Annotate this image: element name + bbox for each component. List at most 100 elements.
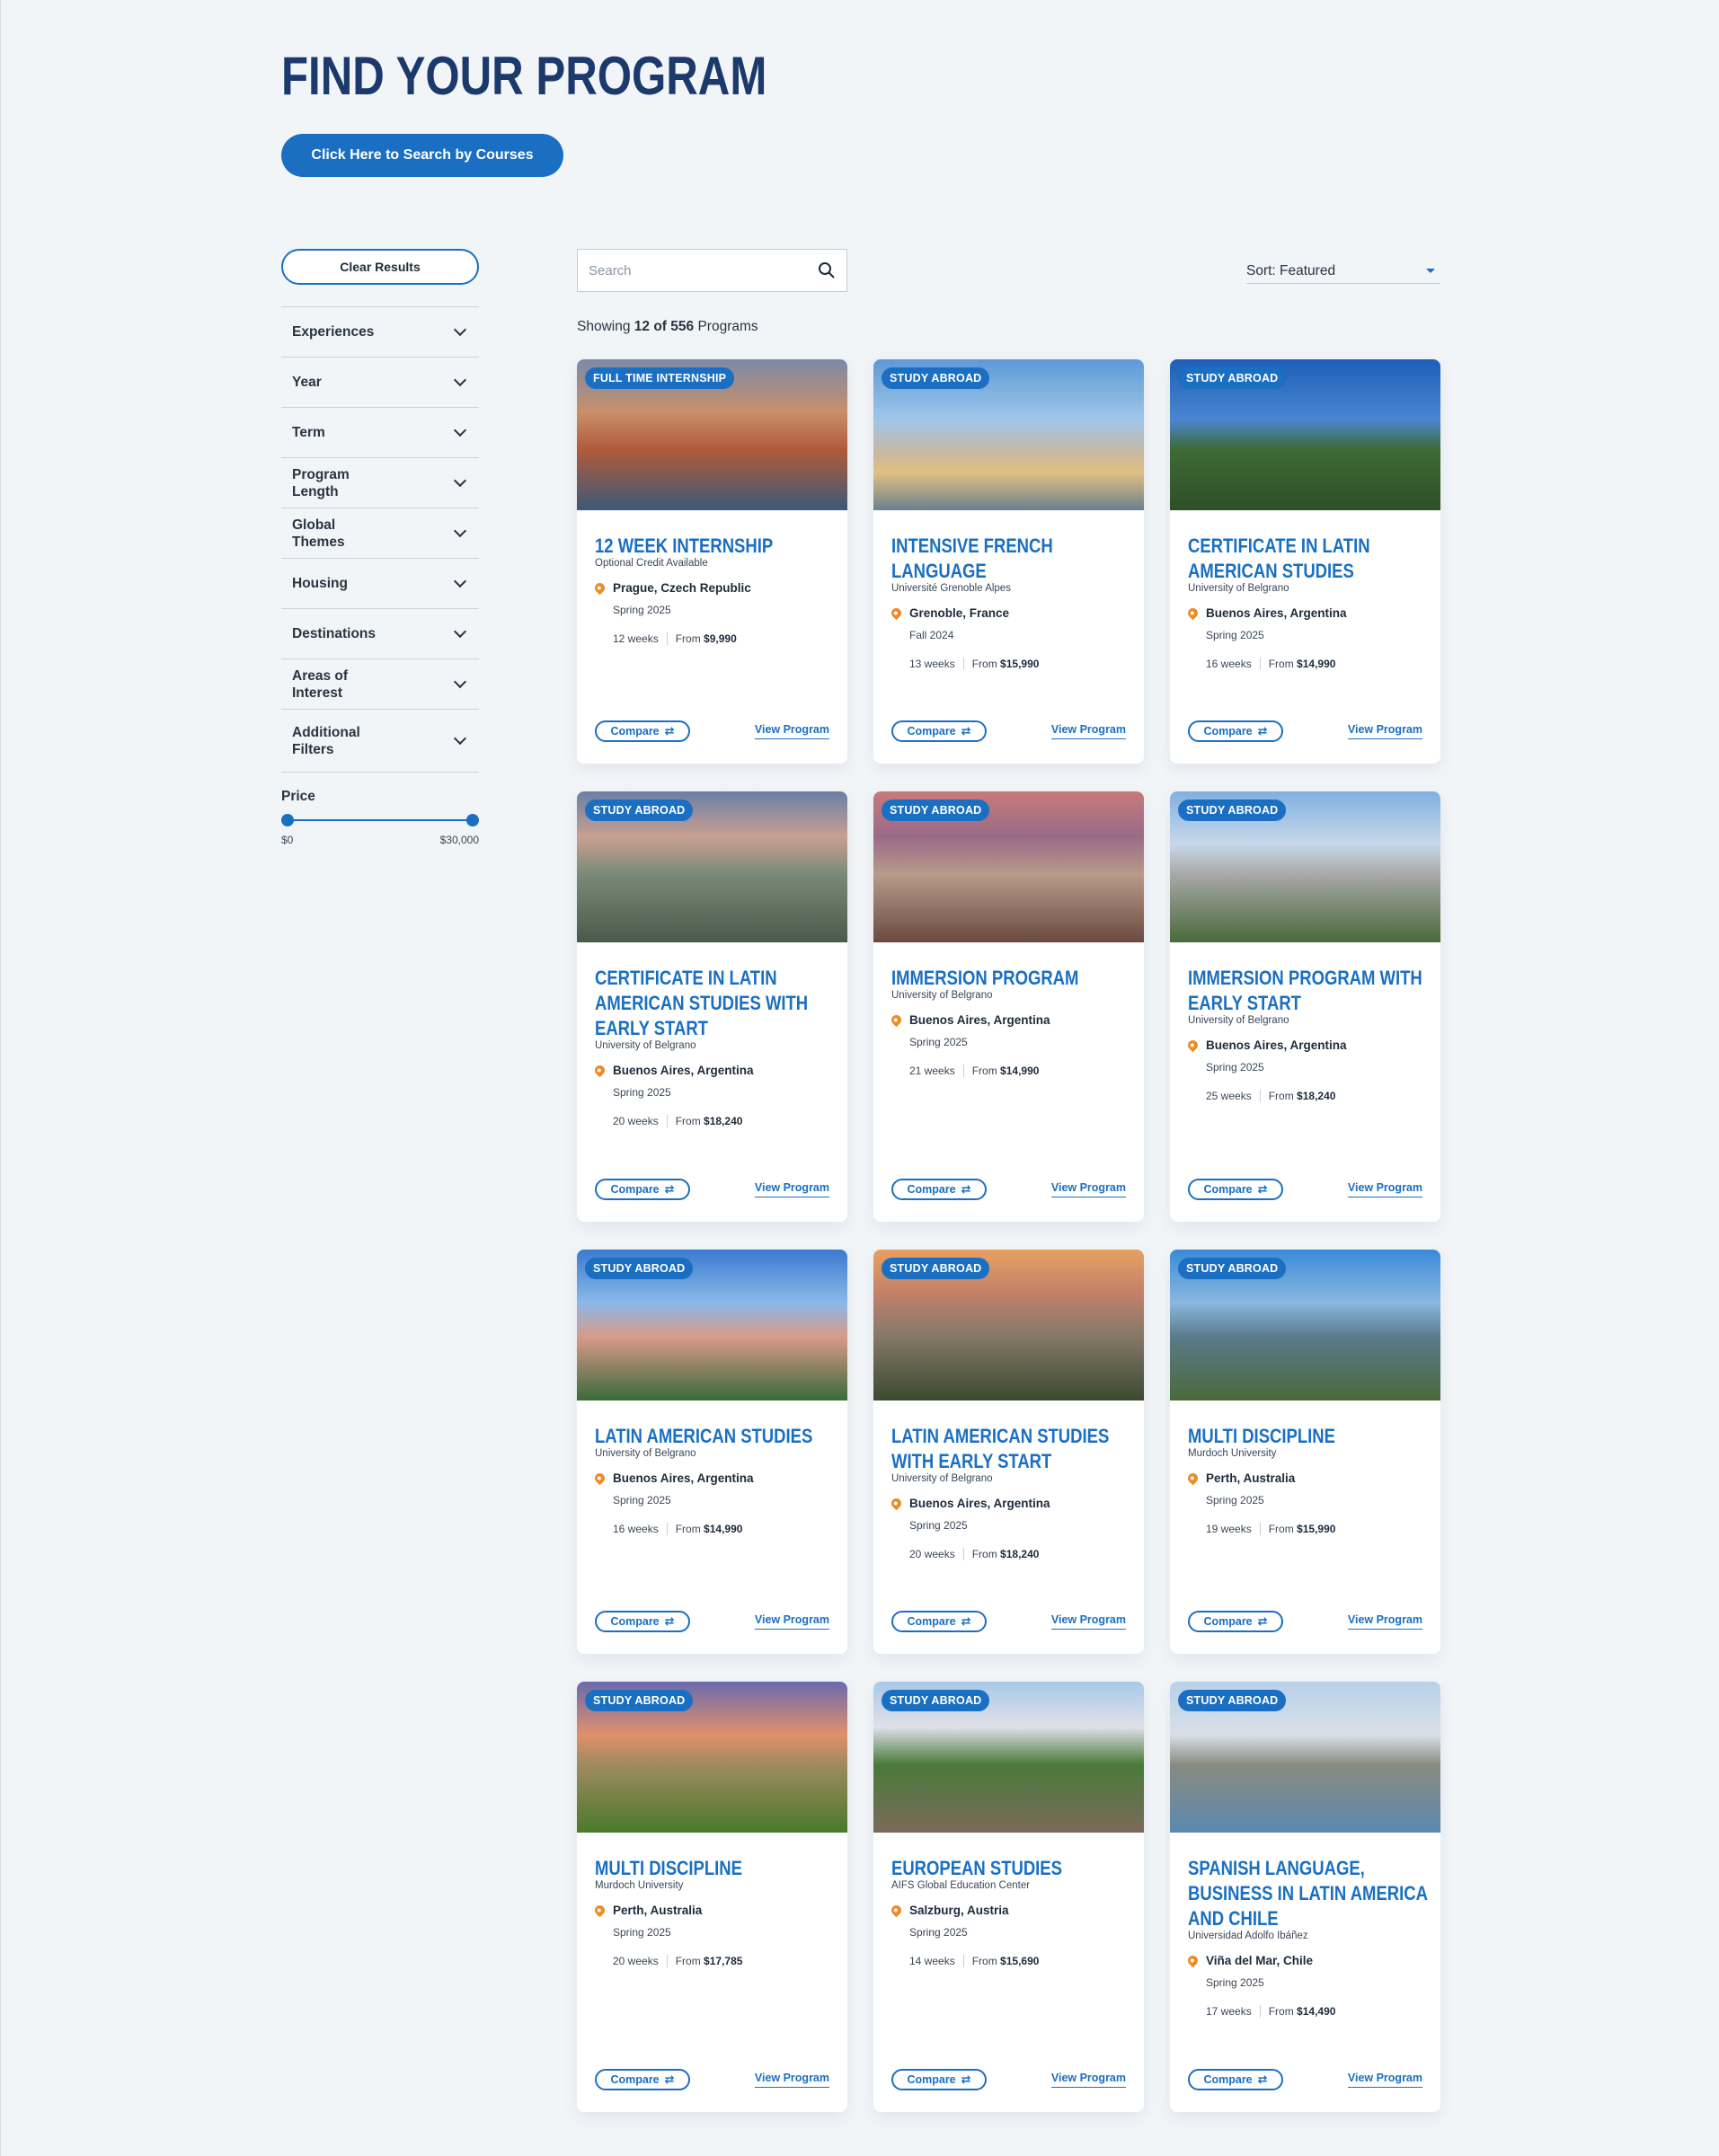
- compare-label: Compare: [610, 1183, 660, 1196]
- program-title[interactable]: Immersion Program with Early Start: [1188, 966, 1430, 1016]
- program-title[interactable]: Latin American Studies with Early Start: [891, 1424, 1133, 1474]
- slider-handle-max[interactable]: [466, 814, 479, 826]
- program-title[interactable]: Latin American Studies: [595, 1424, 837, 1449]
- view-program-link[interactable]: View Program: [754, 1613, 829, 1630]
- filter-areas-of-interest[interactable]: Areas of Interest: [281, 659, 479, 710]
- view-program-link[interactable]: View Program: [1050, 1613, 1126, 1630]
- compare-button[interactable]: Compare ⇄: [595, 1179, 690, 1200]
- program-image[interactable]: STUDY ABROAD: [873, 359, 1144, 510]
- view-program-link[interactable]: View Program: [754, 723, 829, 739]
- price-prefix: From: [1268, 658, 1294, 670]
- program-title[interactable]: Certificate in Latin American Studies wi…: [595, 966, 837, 1041]
- view-program-link[interactable]: View Program: [1050, 723, 1126, 739]
- compare-button[interactable]: Compare ⇄: [1188, 720, 1283, 742]
- program-image[interactable]: STUDY ABROAD: [577, 1250, 847, 1401]
- program-card[interactable]: STUDY ABROAD Immersion Program with Earl…: [1170, 791, 1440, 1222]
- program-image[interactable]: STUDY ABROAD: [1170, 1250, 1440, 1401]
- program-card[interactable]: STUDY ABROAD Certificate in Latin Americ…: [577, 791, 847, 1222]
- program-title[interactable]: Spanish Language, Business in Latin Amer…: [1188, 1856, 1430, 1931]
- compare-button[interactable]: Compare ⇄: [1188, 2069, 1283, 2090]
- compare-button[interactable]: Compare ⇄: [595, 720, 690, 742]
- slider-fill: [287, 819, 472, 821]
- price-prefix: From: [675, 1523, 701, 1535]
- search-icon[interactable]: [818, 261, 836, 279]
- program-duration: 19 weeks: [1206, 1523, 1252, 1535]
- filter-additional-filters[interactable]: Additional Filters: [281, 710, 479, 773]
- program-image[interactable]: STUDY ABROAD: [873, 791, 1144, 942]
- program-title[interactable]: 12 Week Internship: [595, 534, 837, 559]
- filter-experiences[interactable]: Experiences: [281, 307, 479, 358]
- clear-results-button[interactable]: Clear Results: [281, 249, 479, 285]
- filter-global-themes[interactable]: Global Themes: [281, 508, 479, 559]
- view-program-link[interactable]: View Program: [1050, 2072, 1126, 2088]
- program-type-badge: STUDY ABROAD: [882, 367, 990, 389]
- program-title[interactable]: Certificate in Latin American Studies: [1188, 534, 1430, 584]
- compare-button[interactable]: Compare ⇄: [891, 720, 987, 742]
- filter-label: Term: [292, 425, 325, 440]
- program-title[interactable]: Intensive French Language: [891, 534, 1133, 584]
- filter-year[interactable]: Year: [281, 358, 479, 408]
- program-image[interactable]: STUDY ABROAD: [577, 791, 847, 942]
- page-title: FIND YOUR PROGRAM: [281, 46, 767, 106]
- price-title: Price: [281, 789, 315, 804]
- program-card[interactable]: STUDY ABROAD Immersion Program Universit…: [873, 791, 1144, 1222]
- program-title[interactable]: Immersion Program: [891, 966, 1133, 991]
- view-program-link[interactable]: View Program: [1050, 1181, 1126, 1197]
- view-program-link[interactable]: View Program: [1347, 1181, 1422, 1197]
- compare-button[interactable]: Compare ⇄: [1188, 1611, 1283, 1632]
- program-card[interactable]: STUDY ABROAD Multi Discipline Murdoch Un…: [577, 1682, 847, 2112]
- compare-button[interactable]: Compare ⇄: [891, 1179, 987, 1200]
- sort-dropdown[interactable]: Sort: Featured: [1246, 259, 1440, 284]
- program-type-badge: STUDY ABROAD: [585, 1258, 694, 1279]
- program-institution: Murdoch University: [595, 1880, 684, 1891]
- location-pin-icon: [1185, 1953, 1201, 1968]
- view-program-link[interactable]: View Program: [754, 2072, 829, 2088]
- program-title[interactable]: European Studies: [891, 1856, 1133, 1881]
- price-prefix: From: [971, 1955, 997, 1967]
- compare-button[interactable]: Compare ⇄: [1188, 1179, 1283, 1200]
- search-input[interactable]: [589, 262, 818, 278]
- view-program-link[interactable]: View Program: [754, 1181, 829, 1197]
- filter-housing[interactable]: Housing: [281, 559, 479, 609]
- results-count: Showing 12 of 556 Programs: [577, 319, 758, 335]
- program-location: Buenos Aires, Argentina: [1206, 1038, 1347, 1052]
- filter-label: Program Length: [292, 466, 350, 499]
- program-institution: University of Belgrano: [595, 1448, 696, 1459]
- program-image[interactable]: STUDY ABROAD: [873, 1250, 1144, 1401]
- filter-program-length[interactable]: Program Length: [281, 458, 479, 508]
- program-card[interactable]: STUDY ABROAD Latin American Studies Univ…: [577, 1250, 847, 1654]
- view-program-link[interactable]: View Program: [1347, 1613, 1422, 1630]
- program-card[interactable]: STUDY ABROAD Latin American Studies with…: [873, 1250, 1144, 1654]
- compare-label: Compare: [907, 1183, 956, 1196]
- compare-label: Compare: [1203, 1183, 1253, 1196]
- compare-button[interactable]: Compare ⇄: [891, 1611, 987, 1632]
- price-slider[interactable]: [281, 814, 479, 826]
- program-card[interactable]: STUDY ABROAD Intensive French Language U…: [873, 359, 1144, 764]
- program-image[interactable]: STUDY ABROAD: [1170, 791, 1440, 942]
- program-card[interactable]: FULL TIME INTERNSHIP 12 Week Internship …: [577, 359, 847, 764]
- program-card[interactable]: STUDY ABROAD European Studies AIFS Globa…: [873, 1682, 1144, 2112]
- program-card[interactable]: STUDY ABROAD Spanish Language, Business …: [1170, 1682, 1440, 2112]
- program-card[interactable]: STUDY ABROAD Certificate in Latin Americ…: [1170, 359, 1440, 764]
- compare-button[interactable]: Compare ⇄: [595, 1611, 690, 1632]
- compare-button[interactable]: Compare ⇄: [891, 2069, 987, 2090]
- program-image[interactable]: STUDY ABROAD: [873, 1682, 1144, 1833]
- compare-button[interactable]: Compare ⇄: [595, 2069, 690, 2090]
- divider: [1259, 658, 1261, 670]
- program-image[interactable]: STUDY ABROAD: [1170, 359, 1440, 510]
- view-program-link[interactable]: View Program: [1347, 2072, 1422, 2088]
- search-by-courses-button[interactable]: Click Here to Search by Courses: [281, 134, 563, 177]
- chevron-down-icon: [453, 323, 467, 337]
- program-image[interactable]: STUDY ABROAD: [1170, 1682, 1440, 1833]
- filter-term[interactable]: Term: [281, 408, 479, 458]
- program-card[interactable]: STUDY ABROAD Multi Discipline Murdoch Un…: [1170, 1250, 1440, 1654]
- view-program-link[interactable]: View Program: [1347, 723, 1422, 739]
- program-image[interactable]: STUDY ABROAD: [577, 1682, 847, 1833]
- filter-destinations[interactable]: Destinations: [281, 609, 479, 659]
- slider-handle-min[interactable]: [281, 814, 294, 826]
- program-image[interactable]: FULL TIME INTERNSHIP: [577, 359, 847, 510]
- program-title[interactable]: Multi Discipline: [1188, 1424, 1430, 1449]
- price-prefix: From: [971, 1065, 997, 1077]
- program-title[interactable]: Multi Discipline: [595, 1856, 837, 1881]
- program-location: Buenos Aires, Argentina: [909, 1013, 1050, 1027]
